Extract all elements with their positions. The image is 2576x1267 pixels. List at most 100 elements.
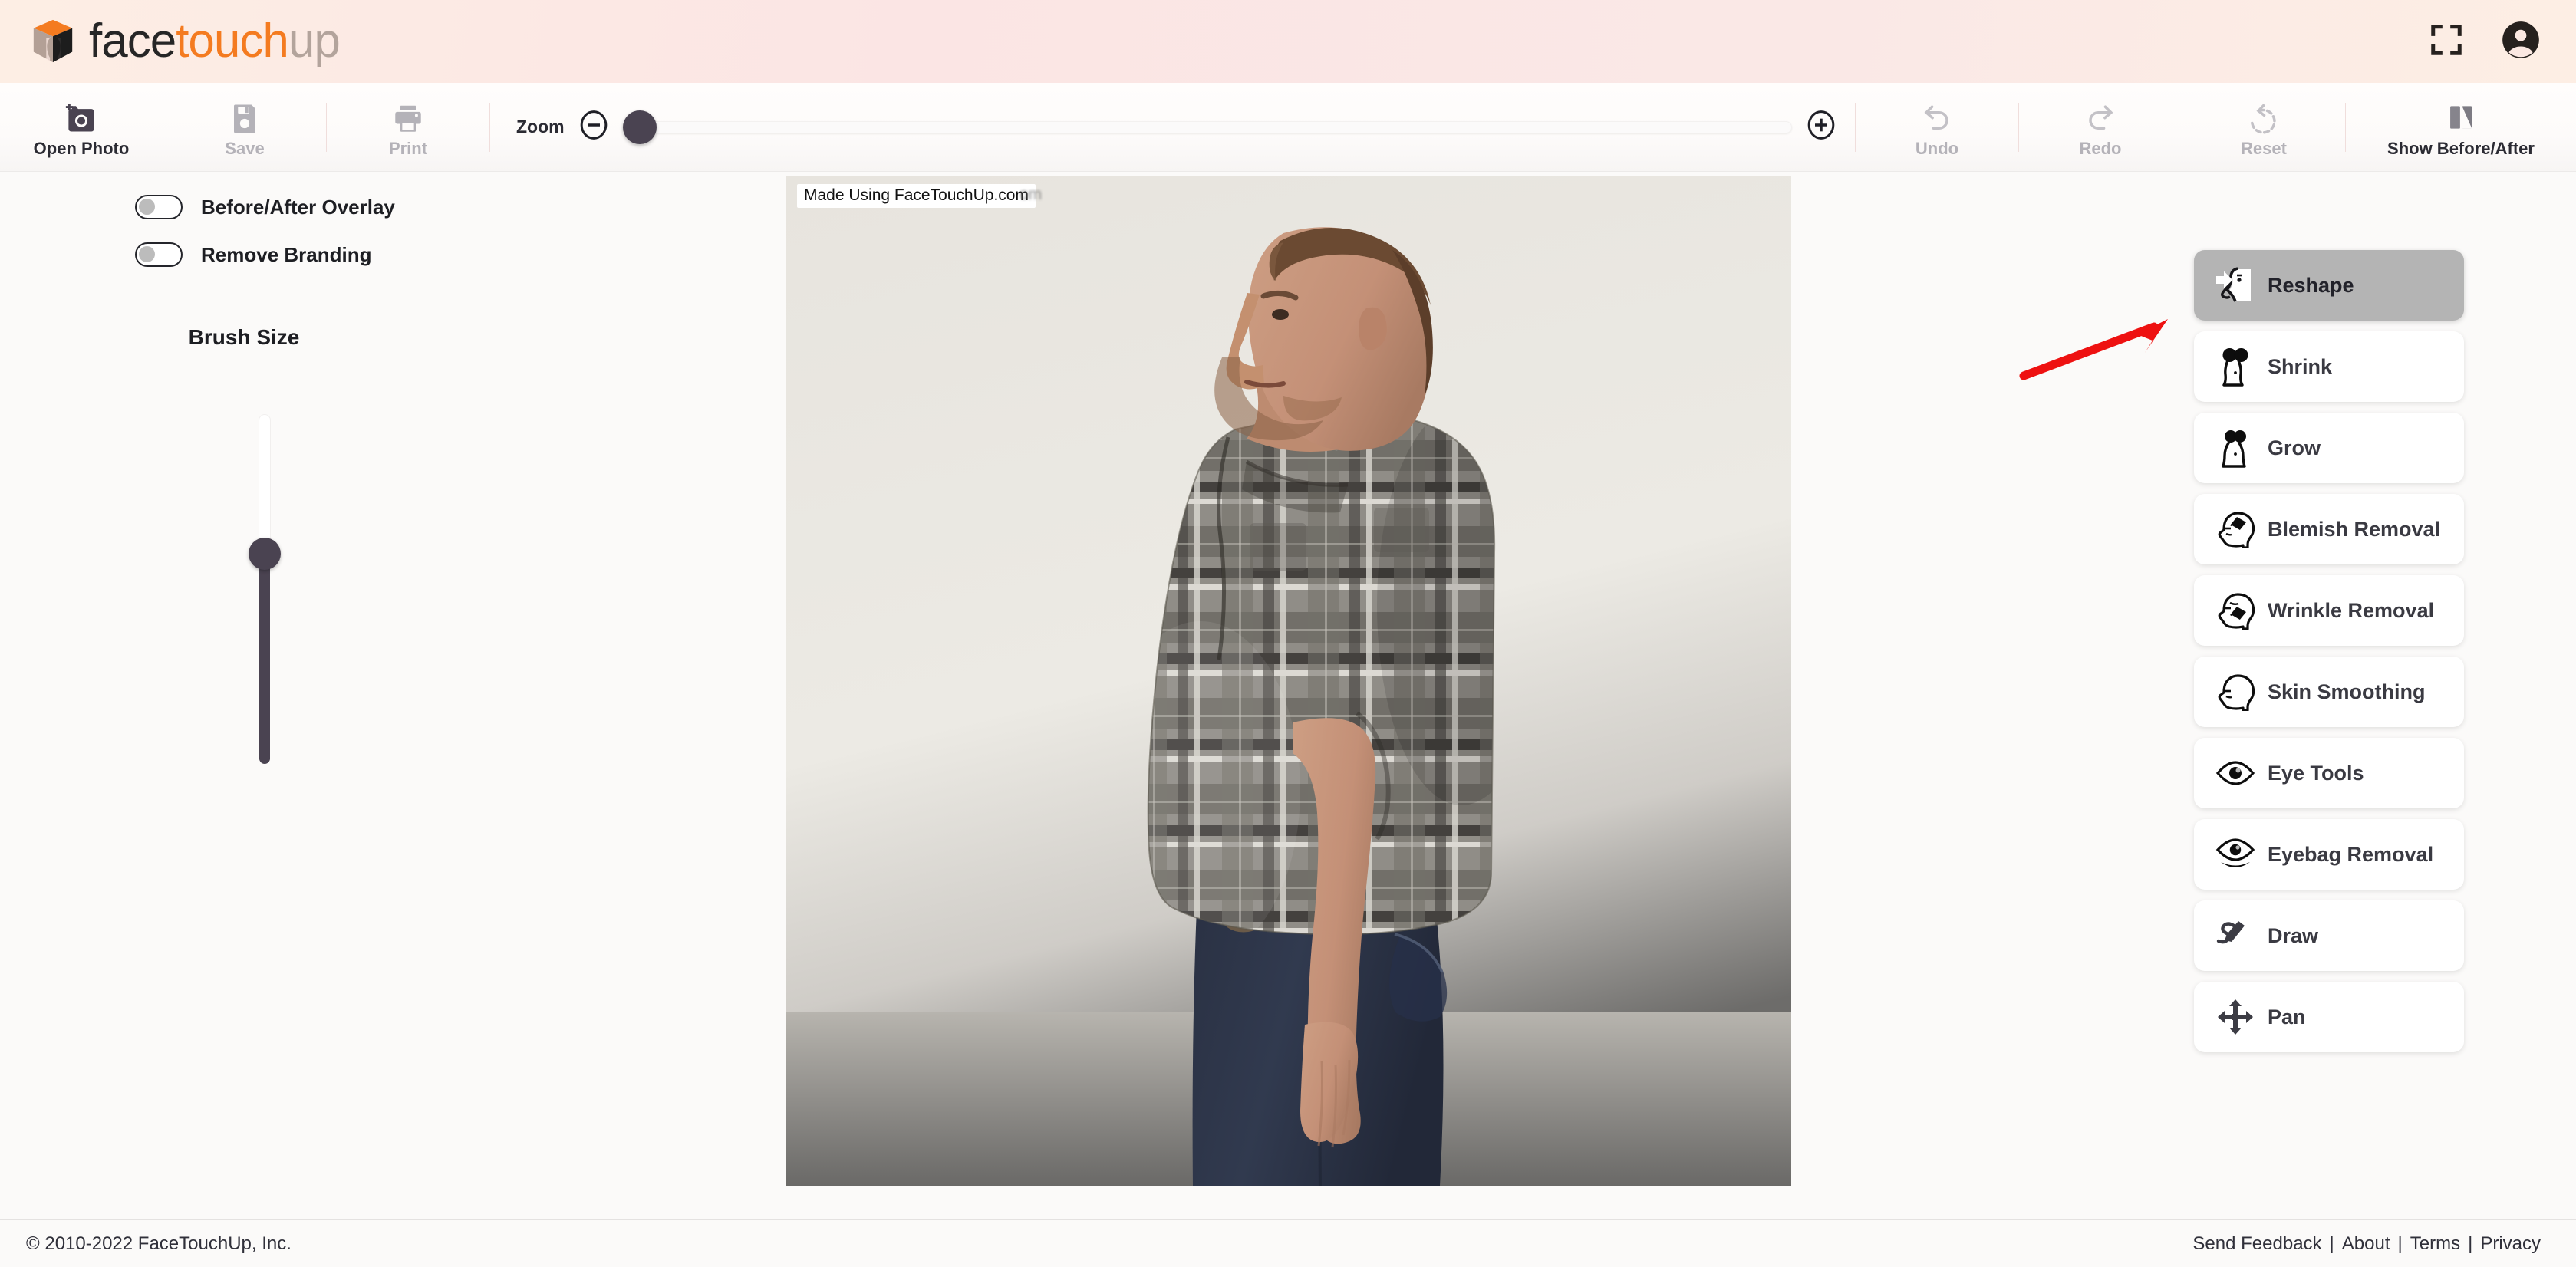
zoom-slider-track <box>622 120 1792 133</box>
editor-body: Before/After Overlay Remove Branding Bru… <box>0 172 2576 1219</box>
tool-label: Blemish Removal <box>2268 517 2441 541</box>
grow-torso-icon <box>2211 426 2260 470</box>
photo-canvas[interactable]: Made Using FaceTouchUp.com om <box>786 176 1791 1186</box>
photo-artwork <box>786 176 1791 1186</box>
undo-button[interactable]: Undo <box>1856 83 2018 171</box>
footer-links: Send Feedback | About | Terms | Privacy <box>2192 1233 2541 1255</box>
reset-button[interactable]: Reset <box>2182 83 2345 171</box>
shrink-torso-icon <box>2211 344 2260 389</box>
tool-grow[interactable]: Grow <box>2194 413 2464 483</box>
before-after-overlay-label: Before/After Overlay <box>201 195 395 219</box>
brand-logo-group[interactable]: facetouchup <box>29 15 341 67</box>
before-after-overlay-toggle[interactable] <box>135 195 183 219</box>
blemish-removal-head-eraser-icon <box>2211 507 2260 551</box>
main-toolbar: Open Photo Save Print Zoom Undo Redo Res… <box>0 83 2576 172</box>
redo-label: Redo <box>2079 138 2122 158</box>
redo-button[interactable]: Redo <box>2019 83 2182 171</box>
open-photo-label: Open Photo <box>33 138 130 158</box>
watermark: Made Using FaceTouchUp.com om <box>797 184 1042 208</box>
tool-label: Eye Tools <box>2268 761 2364 785</box>
brand-word-touch: touch <box>176 15 289 67</box>
watermark-ghost-text: om <box>1020 186 1043 203</box>
reset-arrow-icon <box>2247 96 2281 134</box>
skin-smoothing-head-icon <box>2211 670 2260 714</box>
brush-size-slider[interactable] <box>249 415 281 764</box>
redo-arrow-icon <box>2084 96 2117 134</box>
tool-skin-smoothing[interactable]: Skin Smoothing <box>2194 657 2464 727</box>
tool-shrink[interactable]: Shrink <box>2194 331 2464 402</box>
facetouchup-cube-logo-icon <box>29 18 77 65</box>
footer-separator: | <box>2397 1232 2403 1254</box>
save-button[interactable]: Save <box>163 83 326 171</box>
open-photo-button[interactable]: Open Photo <box>0 83 163 171</box>
tool-label: Shrink <box>2268 354 2333 378</box>
privacy-link[interactable]: Privacy <box>2480 1233 2541 1255</box>
send-feedback-link[interactable]: Send Feedback <box>2192 1233 2321 1255</box>
undo-arrow-icon <box>1920 96 1954 134</box>
tool-label: Reshape <box>2268 273 2354 297</box>
print-label: Print <box>388 138 428 158</box>
remove-branding-row: Remove Branding <box>0 242 786 267</box>
wrinkle-removal-head-eraser-icon <box>2211 588 2260 633</box>
tool-reshape[interactable]: Reshape <box>2194 250 2464 321</box>
brush-slider-track-filled <box>259 551 270 764</box>
brand-word-up: up <box>288 15 341 67</box>
app-header: facetouchup <box>0 0 2576 83</box>
tool-label: Grow <box>2268 436 2321 459</box>
brush-slider-handle[interactable] <box>249 538 281 570</box>
left-options-panel: Before/After Overlay Remove Branding Bru… <box>0 172 786 1219</box>
before-after-split-icon <box>2444 96 2478 134</box>
undo-label: Undo <box>1915 138 1959 158</box>
remove-branding-toggle[interactable] <box>135 242 183 267</box>
eyebag-eye-icon <box>2211 832 2260 877</box>
about-link[interactable]: About <box>2342 1233 2390 1255</box>
zoom-slider-handle[interactable] <box>622 110 657 144</box>
remove-branding-label: Remove Branding <box>201 242 372 266</box>
tool-label: Pan <box>2268 1005 2306 1028</box>
brush-size-label: Brush Size <box>188 325 300 349</box>
tool-rail: Reshape Shrink Grow Blemish Removal Wrin… <box>2194 250 2464 1052</box>
toggle-knob <box>139 246 155 262</box>
reshape-face-profile-icon <box>2211 263 2260 308</box>
tool-draw[interactable]: Draw <box>2194 900 2464 971</box>
show-before-after-label: Show Before/After <box>2387 138 2535 158</box>
facetouchup-editor-app: facetouchup Open Photo Save Print Zoom U… <box>0 0 2576 1267</box>
floppy-disk-icon <box>229 96 260 134</box>
tool-eye-tools[interactable]: Eye Tools <box>2194 738 2464 808</box>
tool-label: Wrinkle Removal <box>2268 598 2435 622</box>
fullscreen-icon[interactable] <box>2429 22 2464 61</box>
tool-label: Skin Smoothing <box>2268 680 2426 703</box>
toggle-knob <box>139 199 155 215</box>
header-actions <box>2429 20 2541 64</box>
zoom-slider[interactable] <box>622 110 1792 144</box>
add-photo-icon <box>64 96 99 134</box>
tool-label: Draw <box>2268 923 2319 947</box>
footer-separator: | <box>2468 1232 2473 1254</box>
printer-icon <box>391 96 425 134</box>
move-arrows-icon <box>2211 995 2260 1039</box>
edited-photo[interactable] <box>786 176 1791 1186</box>
tool-blemish-removal[interactable]: Blemish Removal <box>2194 494 2464 564</box>
before-after-overlay-row: Before/After Overlay <box>0 195 786 219</box>
footer-separator: | <box>2329 1232 2334 1254</box>
save-label: Save <box>225 138 265 158</box>
show-before-after-button[interactable]: Show Before/After <box>2346 83 2576 171</box>
zoom-in-circle-icon[interactable] <box>1806 110 1836 144</box>
copyright-text: © 2010-2022 FaceTouchUp, Inc. <box>26 1232 292 1254</box>
tool-pan[interactable]: Pan <box>2194 982 2464 1052</box>
tool-label: Eyebag Removal <box>2268 842 2434 866</box>
tool-eyebag-removal[interactable]: Eyebag Removal <box>2194 819 2464 890</box>
zoom-label: Zoom <box>516 117 565 137</box>
terms-link[interactable]: Terms <box>2410 1233 2460 1255</box>
watermark-text: Made Using FaceTouchUp.com <box>797 184 1036 208</box>
print-button[interactable]: Print <box>327 83 489 171</box>
zoom-control-group: Zoom <box>490 110 1855 144</box>
brush-slider-track-upper <box>259 415 270 557</box>
brand-word-face: face <box>89 15 176 67</box>
tool-wrinkle-removal[interactable]: Wrinkle Removal <box>2194 575 2464 646</box>
zoom-out-circle-icon[interactable] <box>578 110 609 144</box>
eye-icon <box>2211 751 2260 795</box>
account-circle-icon[interactable] <box>2501 20 2541 64</box>
reset-label: Reset <box>2241 138 2287 158</box>
app-footer: © 2010-2022 FaceTouchUp, Inc. Send Feedb… <box>0 1219 2576 1267</box>
